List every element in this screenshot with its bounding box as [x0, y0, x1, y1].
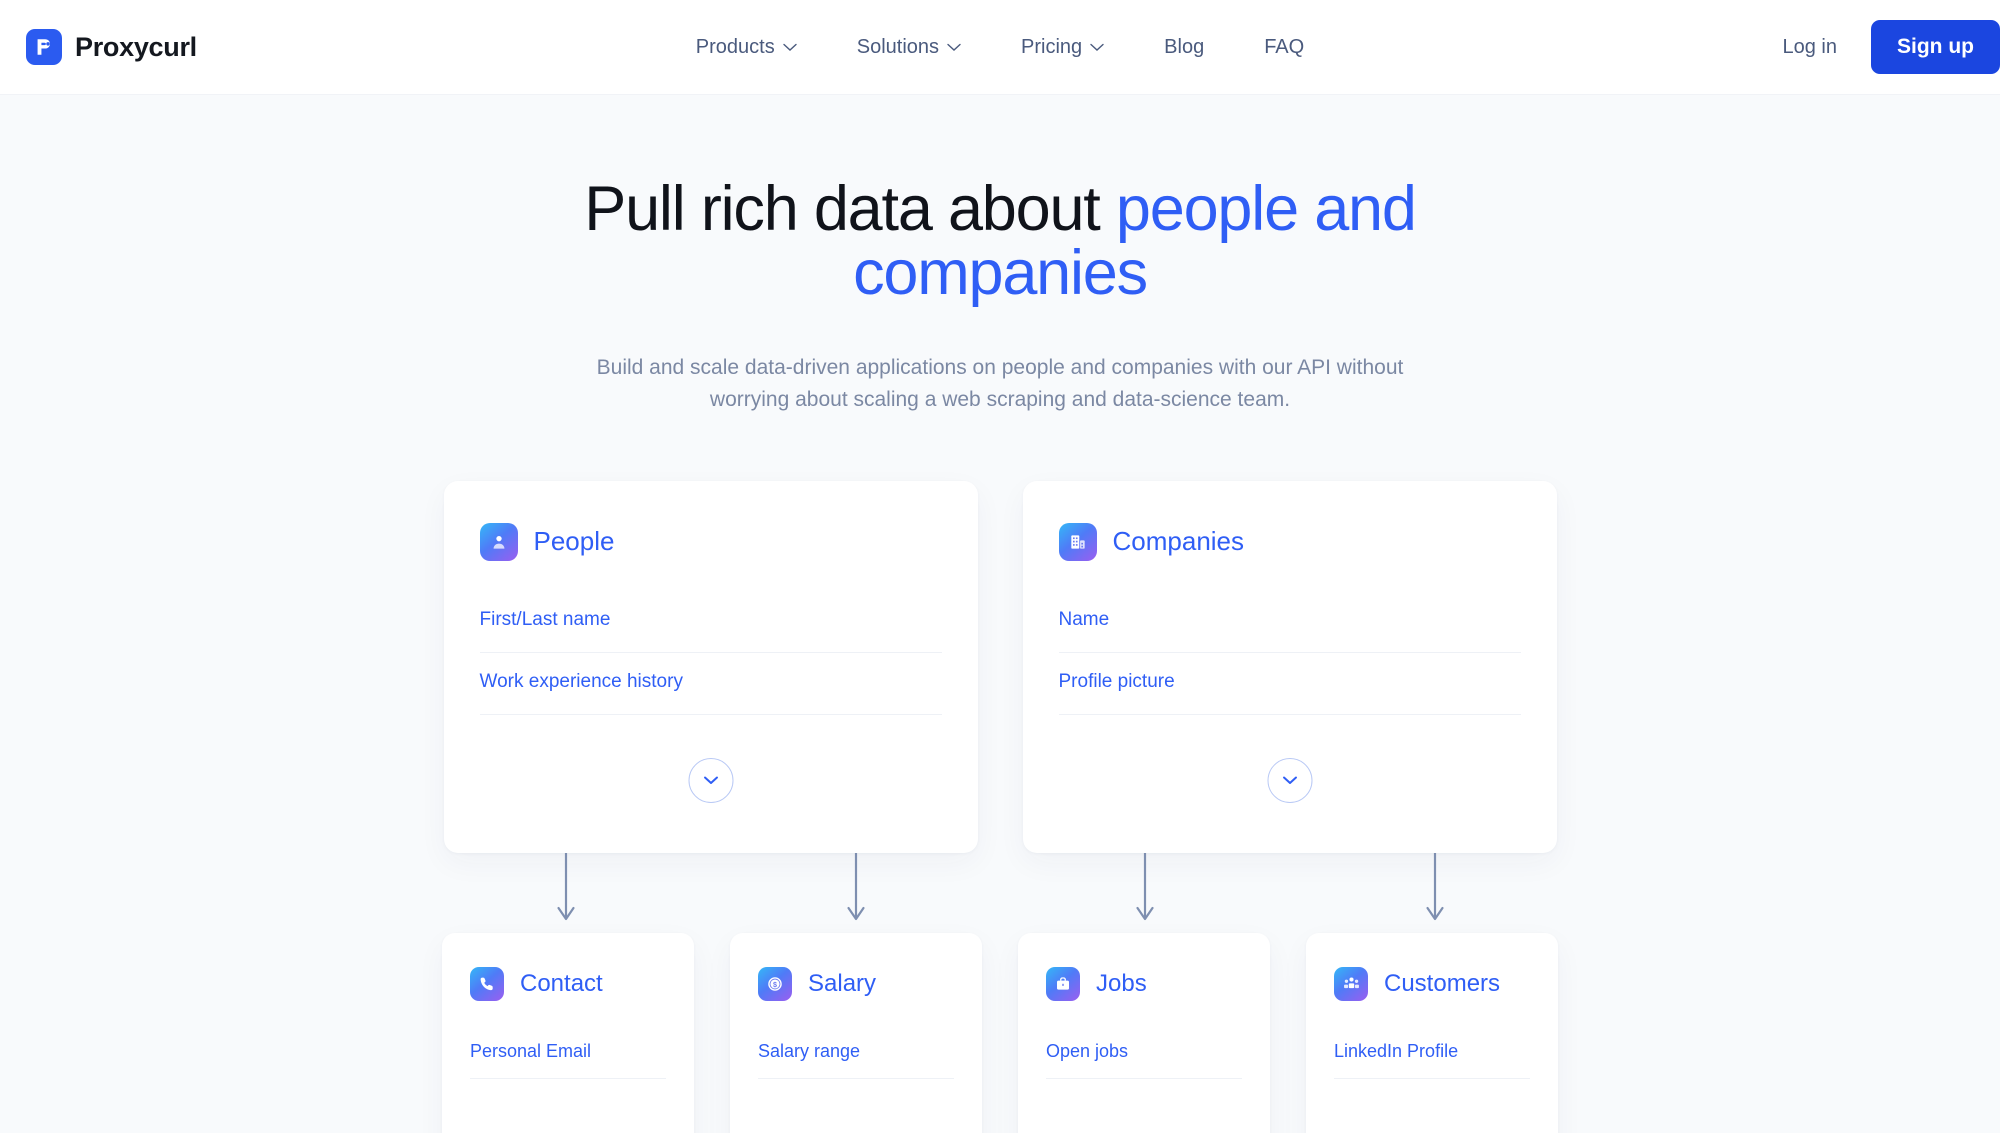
field-item[interactable]: Personal Email: [470, 1027, 666, 1079]
card-title: Jobs: [1096, 969, 1147, 997]
dollar-coin-icon: $: [758, 966, 792, 1001]
card-title: People: [533, 526, 615, 557]
site-header: Proxycurl Products Solutions Pricing Blo…: [0, 0, 2000, 95]
nav-label: Solutions: [856, 35, 940, 58]
login-link[interactable]: Log in: [1783, 36, 1872, 59]
nav-item-products[interactable]: Products: [666, 36, 827, 59]
chevron-down-icon: [1282, 776, 1297, 784]
nav-item-faq[interactable]: FAQ: [1234, 36, 1334, 59]
card-people[interactable]: People First/Last name Work experience h…: [443, 480, 978, 853]
card-jobs[interactable]: Jobs Open jobs: [1018, 932, 1270, 1133]
card-header: Customers: [1334, 966, 1530, 1001]
connector-arrows: [557, 852, 1444, 920]
svg-text:$: $: [773, 981, 777, 989]
field-item[interactable]: Work experience history: [479, 653, 942, 715]
card-customers[interactable]: Customers LinkedIn Profile: [1306, 932, 1558, 1133]
field-list: Salary range: [758, 1027, 954, 1079]
card-header: Companies: [1058, 522, 1521, 561]
card-companies[interactable]: Companies Name Profile picture: [1022, 480, 1557, 853]
hero-subtitle: Build and scale data-driven applications…: [596, 355, 1404, 412]
field-list: Open jobs: [1046, 1027, 1242, 1079]
signup-button[interactable]: Sign up: [1871, 20, 2000, 74]
card-header: Jobs: [1046, 966, 1242, 1001]
data-diagram: People First/Last name Work experience h…: [0, 480, 2000, 1133]
phone-icon: [470, 966, 504, 1001]
main-nav: Products Solutions Pricing Blog FAQ: [666, 36, 1334, 59]
nav-item-solutions[interactable]: Solutions: [827, 36, 991, 59]
proxycurl-p-logo-icon: [26, 29, 62, 65]
field-list: LinkedIn Profile: [1334, 1027, 1530, 1079]
field-item[interactable]: Salary range: [758, 1027, 954, 1079]
nav-label: Pricing: [1021, 35, 1083, 58]
field-list: Name Profile picture: [1058, 591, 1521, 715]
card-header: People: [479, 522, 942, 561]
expand-companies-button[interactable]: [1267, 757, 1312, 803]
card-title: Contact: [520, 969, 603, 997]
card-salary[interactable]: $ Salary Salary range: [730, 932, 982, 1133]
chevron-down-icon: [947, 43, 961, 51]
card-title: Companies: [1112, 526, 1245, 557]
field-item[interactable]: Open jobs: [1046, 1027, 1242, 1079]
field-item[interactable]: First/Last name: [479, 591, 942, 653]
field-item[interactable]: LinkedIn Profile: [1334, 1027, 1530, 1079]
nav-label: FAQ: [1264, 35, 1305, 58]
chevron-down-icon: [783, 43, 797, 51]
card-header: $ Salary: [758, 966, 954, 1001]
field-list: First/Last name Work experience history: [479, 591, 942, 715]
person-icon: [479, 522, 518, 561]
card-title: Customers: [1384, 969, 1501, 997]
nav-item-blog[interactable]: Blog: [1134, 36, 1234, 59]
field-item[interactable]: Profile picture: [1058, 653, 1521, 715]
briefcase-icon: [1046, 966, 1080, 1001]
expand-people-button[interactable]: [688, 757, 733, 803]
card-header: Contact: [470, 966, 666, 1001]
card-contact[interactable]: Contact Personal Email: [442, 932, 694, 1133]
card-title: Salary: [808, 969, 877, 997]
headline-plain: Pull rich data about: [584, 174, 1116, 244]
auth-actions: Log in Sign up: [1783, 20, 2000, 74]
brand-logo[interactable]: Proxycurl: [26, 29, 197, 65]
chevron-down-icon: [1090, 43, 1104, 51]
brand-name: Proxycurl: [75, 31, 197, 62]
nav-label: Blog: [1164, 35, 1205, 58]
nav-label: Products: [695, 35, 775, 58]
field-item[interactable]: Name: [1058, 591, 1521, 653]
hero-section: Pull rich data about people and companie…: [0, 95, 2000, 417]
building-icon: [1058, 522, 1097, 561]
people-group-icon: [1334, 966, 1368, 1001]
bottom-card-row: Contact Personal Email $ Salary Salary r…: [0, 932, 2000, 1133]
page-title: Pull rich data about people and companie…: [500, 177, 1500, 306]
chevron-down-icon: [703, 776, 718, 784]
nav-item-pricing[interactable]: Pricing: [991, 36, 1134, 59]
field-list: Personal Email: [470, 1027, 666, 1079]
top-card-row: People First/Last name Work experience h…: [0, 480, 2000, 853]
